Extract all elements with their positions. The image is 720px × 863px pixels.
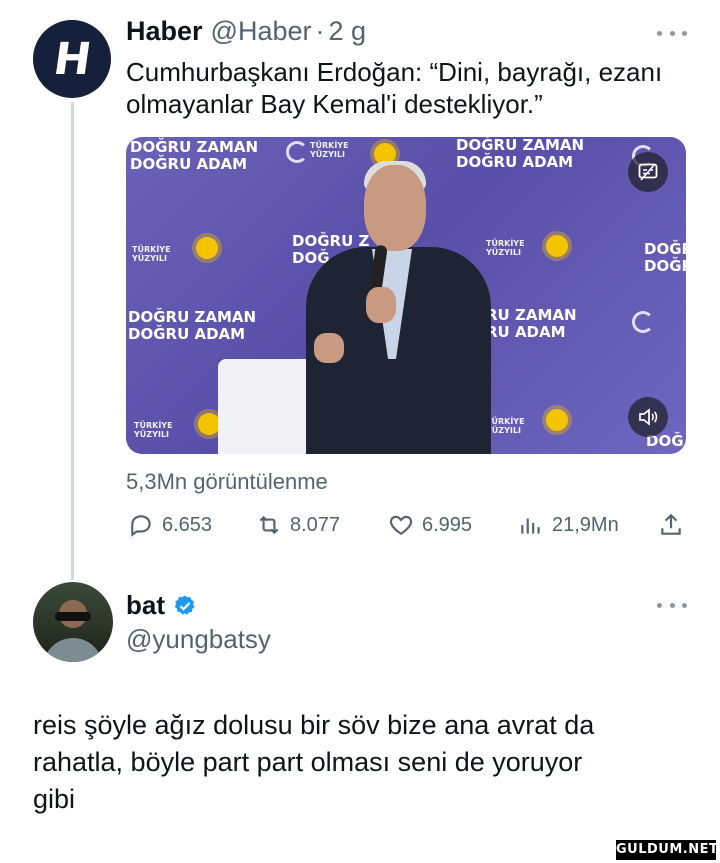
backdrop-line: DOĞRU ADAM — [456, 153, 574, 171]
tweet-text: Cumhurbaşkanı Erdoğan: “Dini, bayrağı, e… — [126, 56, 696, 120]
backdrop-line: RU ZAMAN — [486, 306, 577, 324]
reply-text-line: reis şöyle ağız dolusu bir söv bize ana … — [33, 710, 595, 740]
backdrop-text: RU ZAMAN RU ADAM — [486, 307, 577, 341]
volume-icon[interactable] — [628, 397, 668, 437]
more-options-icon[interactable] — [657, 28, 687, 38]
backdrop-small-text: TÜRKİYE YÜZYILI — [486, 417, 525, 435]
speaker-head — [364, 165, 426, 251]
reply-text-line: rahatla, böyle part part olması seni de … — [33, 747, 583, 777]
backdrop-line: DOĞRU ZAMAN — [130, 138, 259, 156]
backdrop-text: DOĞR DOĞR — [644, 241, 686, 275]
reply-author-handle[interactable]: @yungbatsy — [126, 624, 271, 655]
speaker-hand — [314, 333, 344, 363]
watermark-logo: GULDUM.NET — [616, 840, 718, 860]
tweet-text-line: olmayanlar Bay Kemal'i destekliyor.” — [126, 89, 543, 119]
tweet-video[interactable]: DOĞRU ZAMAN DOĞRU ADAM DOĞRU ZAMAN DOĞRU… — [126, 137, 686, 454]
backdrop-small-text: TÜRKİYE YÜZYILI — [310, 141, 349, 159]
like-button[interactable]: 6.995 — [388, 509, 472, 541]
share-button[interactable] — [658, 509, 692, 541]
reply-author-name[interactable]: bat — [126, 590, 165, 621]
retweet-icon — [259, 515, 279, 535]
reply-text: reis şöyle ağız dolusu bir söv bize ana … — [33, 707, 693, 818]
backdrop-line: DOĞRU ADAM — [128, 325, 246, 343]
backdrop-text: DOĞRU ZAMAN DOĞRU ADAM — [128, 309, 256, 343]
analytics-icon — [521, 518, 540, 534]
retweet-count: 8.077 — [290, 513, 341, 536]
thread-line — [71, 102, 74, 580]
analytics-button[interactable]: 21,9Mn — [518, 509, 619, 541]
reply-text-line: gibi — [33, 784, 76, 814]
backdrop-small-text: TÜRKİYE YÜZYILI — [486, 239, 525, 257]
crescent-icon — [286, 141, 308, 163]
more-options-icon[interactable] — [657, 600, 687, 610]
backdrop-line: DOĞRU ZAMAN — [456, 137, 585, 154]
author-name[interactable]: Haber — [126, 16, 203, 47]
haber-avatar[interactable]: H — [33, 20, 111, 98]
reply-count: 6.653 — [162, 513, 213, 536]
author-handle[interactable]: @Haber — [211, 16, 312, 47]
tweet-time[interactable]: 2 g — [328, 16, 366, 47]
avatar-glasses — [55, 612, 91, 621]
backdrop-small-text: TÜRKİYE YÜZYILI — [134, 421, 173, 439]
tweet-text-line: Cumhurbaşkanı Erdoğan: “Dini, bayrağı, e… — [126, 57, 663, 87]
party-logo-icon — [196, 237, 218, 259]
backdrop-line: DOĞR — [644, 257, 686, 275]
verified-badge-icon — [174, 595, 195, 615]
backdrop-text: DOĞRU ZAMAN DOĞRU ADAM — [456, 137, 584, 171]
party-logo-icon — [546, 409, 568, 431]
reply-icon — [131, 515, 151, 537]
tweet-actions: 6.653 8.077 6.995 21,9Mn — [126, 509, 686, 541]
retweet-button[interactable]: 8.077 — [256, 509, 340, 541]
backdrop-line: DOĞRU ADAM — [130, 155, 248, 173]
backdrop-line: RU ADAM — [486, 323, 566, 341]
speaker-hand — [366, 287, 396, 323]
analytics-count: 21,9Mn — [552, 513, 619, 536]
reply-author: bat — [126, 590, 197, 621]
party-logo-icon — [198, 413, 220, 435]
bat-avatar[interactable] — [33, 582, 113, 662]
reply-button[interactable]: 6.653 — [128, 509, 212, 541]
separator-dot: · — [315, 16, 325, 46]
view-count: 5,3Mn görüntülenme — [126, 469, 328, 494]
party-logo-icon — [546, 235, 568, 257]
avatar-shirt — [43, 638, 103, 662]
tweet-header: Haber @Haber · 2 g — [126, 16, 366, 47]
backdrop-line: DOĞRU ZAMAN — [128, 308, 257, 326]
captions-icon[interactable] — [628, 152, 668, 192]
share-icon — [661, 513, 681, 535]
backdrop-small-text: TÜRKİYE YÜZYILI — [132, 245, 171, 263]
crescent-icon — [632, 311, 654, 333]
heart-icon — [389, 515, 413, 535]
backdrop-line: DOĞR — [644, 240, 686, 258]
backdrop-text: DOĞRU ZAMAN DOĞRU ADAM — [130, 139, 258, 173]
avatar-letter: H — [49, 33, 94, 85]
like-count: 6.995 — [422, 513, 473, 536]
